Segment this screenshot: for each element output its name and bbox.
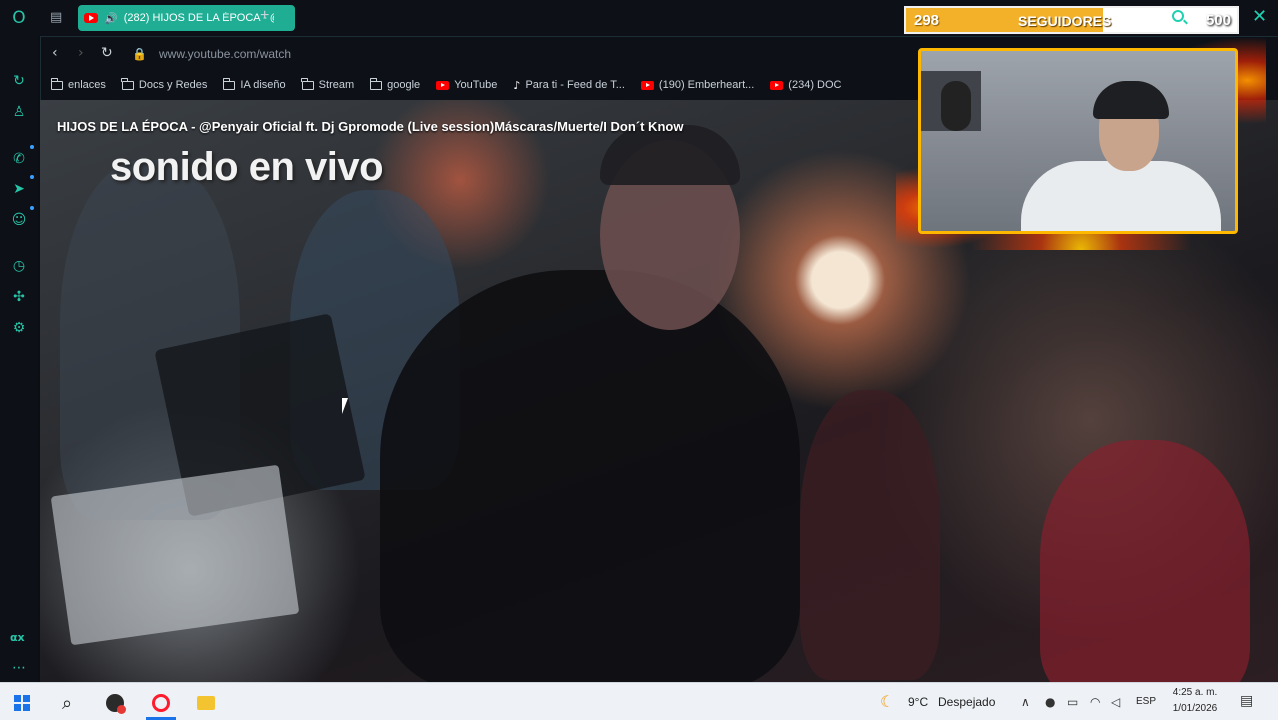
bookmark-enlaces[interactable]: enlaces (50, 77, 106, 91)
mouse-cursor-icon (342, 398, 354, 414)
new-tab-button[interactable]: + (260, 7, 269, 25)
youtube-icon (436, 80, 450, 90)
bookmark-docs-y-redes[interactable]: Docs y Redes (121, 77, 208, 91)
screen: O ↻ ♙ ✆ ➤ ☺ ◷ ✣ ⚙ αx ⋯ ▤ 🔊 (282) HIJOS D… (0, 0, 1278, 720)
goal-label: SEGUIDORES (1018, 13, 1112, 29)
goal-current-count: 298 (914, 12, 940, 29)
bookmark-stream[interactable]: Stream (301, 77, 355, 91)
notification-center-icon[interactable]: ▤ (1240, 693, 1253, 709)
forward-button[interactable]: › (78, 45, 84, 61)
crowd-figure (800, 390, 940, 680)
bookmark-label: Docs y Redes (138, 79, 208, 91)
history-icon[interactable]: ◷ (9, 256, 29, 276)
webcam-overlay (918, 48, 1238, 234)
bookmark-youtube[interactable]: YouTube (436, 79, 497, 91)
bookmark-label: IA diseño (240, 79, 286, 91)
search-taskbar-icon[interactable]: ⌕ (56, 692, 78, 714)
close-icon[interactable]: ✕ (1252, 6, 1267, 27)
folder-icon (121, 77, 134, 90)
bookmark-label: (190) Emberheart... (658, 79, 755, 91)
url-field[interactable]: www.youtube.com/watch (159, 47, 291, 61)
whatsapp-icon[interactable]: ✆ (9, 149, 29, 169)
flow-icon[interactable]: ↻ (9, 71, 29, 91)
start-button[interactable] (11, 692, 33, 714)
battery-icon[interactable]: ▭ (1067, 695, 1078, 709)
speaker-icon[interactable]: 🔊 (104, 12, 118, 25)
goal-target-count: 500 (1205, 12, 1231, 29)
notification-dot (30, 145, 34, 149)
follower-goal-widget: 298 SEGUIDORES 500 (904, 6, 1239, 34)
windows-logo-icon (14, 695, 30, 711)
bookmark-tiktok[interactable]: ♪ Para ti - Feed de T... (513, 79, 625, 92)
folder-icon (301, 77, 314, 90)
streamer-cap (1093, 81, 1169, 119)
performer-body (380, 270, 800, 682)
opera-sidebar: O ↻ ♙ ✆ ➤ ☺ ◷ ✣ ⚙ αx ⋯ (0, 0, 38, 682)
tab-title: (282) HIJOS DE LA ÉPOCA - @Penyair Ofici… (123, 12, 274, 24)
folder-icon (50, 77, 63, 90)
table-surface (50, 464, 300, 646)
bookmark-label: YouTube (454, 79, 498, 91)
windows-taskbar: ⌕ ☾ 9°C Despejado ∧ ● ▭ ◠ ◁ ESP ▤ (0, 682, 1278, 720)
reload-button[interactable]: ↻ (101, 45, 113, 61)
sidebar-ax-label[interactable]: αx (10, 631, 25, 644)
youtube-icon (770, 80, 784, 90)
search-icon[interactable] (1172, 10, 1184, 22)
clock-time[interactable]: 4:25 a. m. (1171, 687, 1219, 698)
crowd-figure (1040, 440, 1250, 682)
tiktok-icon: ♪ (513, 78, 521, 92)
video-overlay-text: sonido en vivo (110, 145, 384, 189)
notification-dot (30, 206, 34, 210)
language-indicator[interactable]: ESP (1136, 696, 1156, 707)
settings-gear-icon[interactable]: ⚙ (9, 318, 29, 338)
opera-taskbar-icon[interactable] (150, 692, 172, 714)
ai-assistant-icon[interactable]: ♙ (9, 102, 29, 122)
youtube-icon (84, 13, 98, 23)
bookmark-label: Stream (318, 79, 355, 91)
bookmark-label: Para ti - Feed de T... (525, 79, 625, 91)
bookmark-emberheart[interactable]: (190) Emberheart... (640, 79, 755, 91)
back-button[interactable]: ‹ (52, 45, 58, 61)
webcam-microphone (941, 81, 971, 131)
streamer-body (1021, 161, 1221, 231)
more-options-icon[interactable]: ⋯ (9, 658, 29, 678)
bookmark-label: google (387, 79, 421, 91)
weather-moon-icon[interactable]: ☾ (880, 692, 894, 711)
bookmark-label: enlaces (68, 79, 106, 91)
performer-cap (600, 125, 740, 185)
notification-dot (30, 175, 34, 179)
bookmark-label: (234) DOC (788, 79, 842, 91)
weather-condition[interactable]: Despejado (938, 695, 995, 709)
folder-icon (369, 77, 383, 90)
youtube-icon (640, 80, 654, 90)
video-title: HIJOS DE LA ÉPOCA - @Penyair Oficial ft.… (57, 119, 684, 134)
bookmark-doc[interactable]: (234) DOC (770, 79, 841, 91)
chevron-up-icon[interactable]: ∧ (1021, 695, 1030, 709)
telegram-icon[interactable]: ➤ (9, 179, 29, 199)
file-explorer-icon[interactable] (195, 692, 217, 714)
obs-icon[interactable] (104, 692, 126, 714)
microphone-icon[interactable]: ● (1045, 695, 1055, 709)
tab-manager-icon[interactable]: ▤ (50, 10, 62, 25)
lock-icon[interactable]: 🔒 (132, 47, 147, 61)
bookmark-ia-diseno[interactable]: IA diseño (222, 77, 286, 91)
clock-date[interactable]: 1/01/2026 (1171, 703, 1219, 714)
volume-icon[interactable]: ◁ (1111, 695, 1120, 709)
opera-logo-icon[interactable]: O (9, 8, 29, 28)
discord-icon[interactable]: ☺ (9, 210, 29, 230)
folder-icon (222, 77, 236, 90)
weather-temp[interactable]: 9°C (908, 695, 928, 709)
extensions-icon[interactable]: ✣ (9, 287, 29, 307)
wifi-icon[interactable]: ◠ (1090, 695, 1100, 709)
bookmark-google[interactable]: google (369, 77, 421, 91)
